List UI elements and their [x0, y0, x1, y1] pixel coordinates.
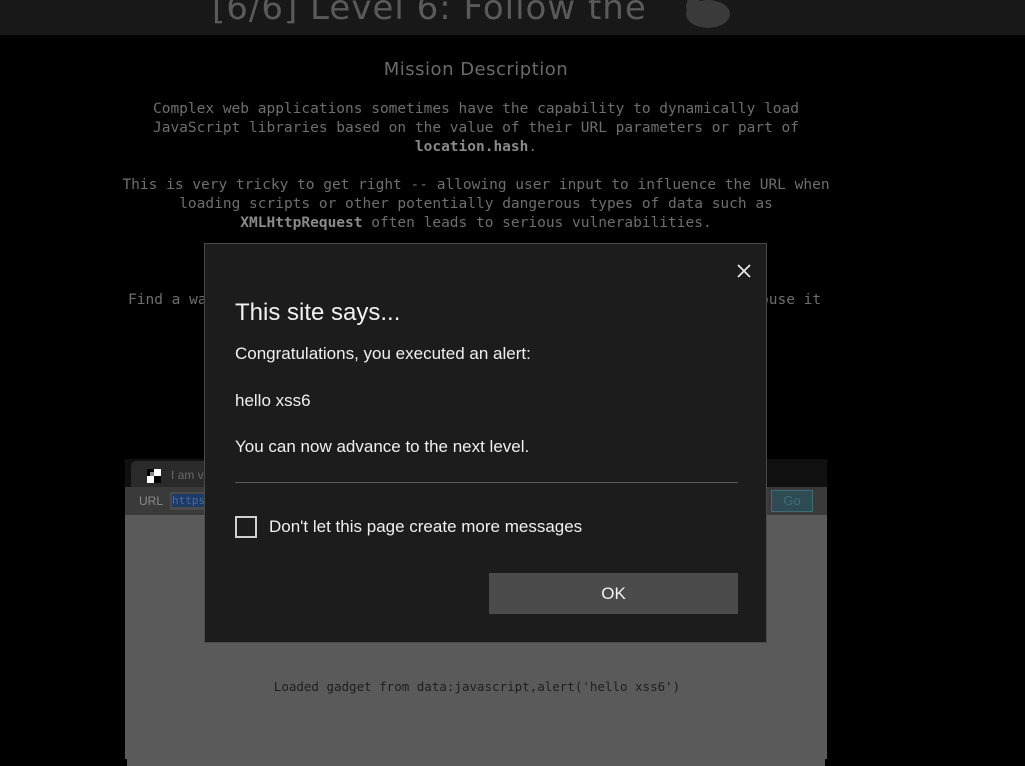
dialog-message-line-1: Congratulations, you executed an alert:: [235, 344, 531, 363]
suppress-messages-checkbox[interactable]: [235, 516, 257, 538]
dialog-title: This site says...: [235, 299, 401, 326]
url-label: URL: [139, 494, 164, 508]
mission-paragraph-3-end: ouse it: [760, 292, 822, 308]
mission-p1-line1: Complex web applications sometimes have …: [152, 101, 799, 117]
dialog-message-line-3: You can now advance to the next level.: [235, 437, 530, 456]
level-title: [6/6] Level 6: Follow the: [212, 0, 647, 28]
mission-p1-line3: location.hash.: [0, 138, 952, 157]
mission-p1-line2: JavaScript libraries based on the value …: [152, 120, 799, 136]
code-xmlhttprequest: XMLHttpRequest: [240, 215, 363, 231]
url-value: https: [172, 494, 206, 507]
level-header: [6/6] Level 6: Follow the: [0, 0, 1025, 35]
mission-p2-line3: XMLHttpRequest often leads to serious vu…: [0, 214, 952, 233]
mission-p2-line1: This is very tricky to get right -- allo…: [122, 177, 830, 193]
dialog-message-line-2: hello xss6: [235, 391, 311, 410]
favicon-icon: [147, 469, 161, 483]
mission-paragraph-1: Complex web applications sometimes have …: [0, 100, 952, 157]
close-icon[interactable]: [732, 259, 756, 283]
go-button[interactable]: Go: [771, 490, 813, 512]
gadget-status: Loaded gadget from data:javascript,alert…: [273, 679, 681, 694]
mission-p1-end: .: [528, 139, 538, 155]
code-location-hash: location.hash: [414, 139, 529, 155]
mission-paragraph-2: This is very tricky to get right -- allo…: [0, 176, 952, 233]
ok-button[interactable]: OK: [489, 573, 738, 614]
dialog-divider: [235, 482, 738, 483]
mascot-icon: [686, 0, 730, 28]
mission-p2-line2: loading scripts or other potentially dan…: [179, 196, 773, 212]
mission-heading: Mission Description: [383, 59, 569, 80]
mission-p2-end: often leads to serious vulnerabilities.: [362, 215, 712, 231]
mission-paragraph-3-start: Find a wa: [128, 292, 207, 308]
suppress-messages-label[interactable]: Don't let this page create more messages: [269, 517, 582, 537]
alert-dialog: This site says... Congratulations, you e…: [204, 243, 767, 643]
